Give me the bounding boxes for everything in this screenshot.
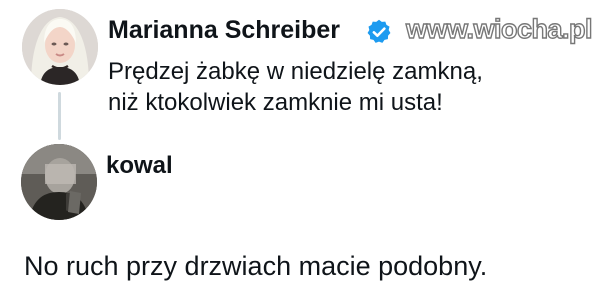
author-name[interactable]: Marianna Schreiber — [108, 15, 340, 45]
watermark-text: www.wiocha.pl — [405, 13, 593, 44]
tweet-text-line: Prędzej żabkę w niedzielę zamkną, — [108, 58, 483, 85]
tweet-text: Prędzej żabkę w niedzielę zamkną, niż kt… — [108, 56, 578, 118]
avatar-portrait-image — [22, 9, 98, 85]
thread-connector-line — [58, 92, 61, 140]
tweet-text-line: niż ktokolwiek zamknie mi usta! — [108, 89, 443, 116]
verified-badge-icon[interactable] — [365, 18, 393, 46]
tweet-thread: Marianna Schreiber www.wiocha.pl Prędzej… — [0, 0, 600, 292]
reply-author-name[interactable]: kowal — [106, 151, 173, 181]
reply-avatar-image — [21, 144, 97, 220]
reply-text: No ruch przy drzwiach macie podobny. — [24, 251, 488, 281]
avatar[interactable] — [22, 9, 98, 85]
reply-avatar[interactable] — [21, 144, 97, 220]
